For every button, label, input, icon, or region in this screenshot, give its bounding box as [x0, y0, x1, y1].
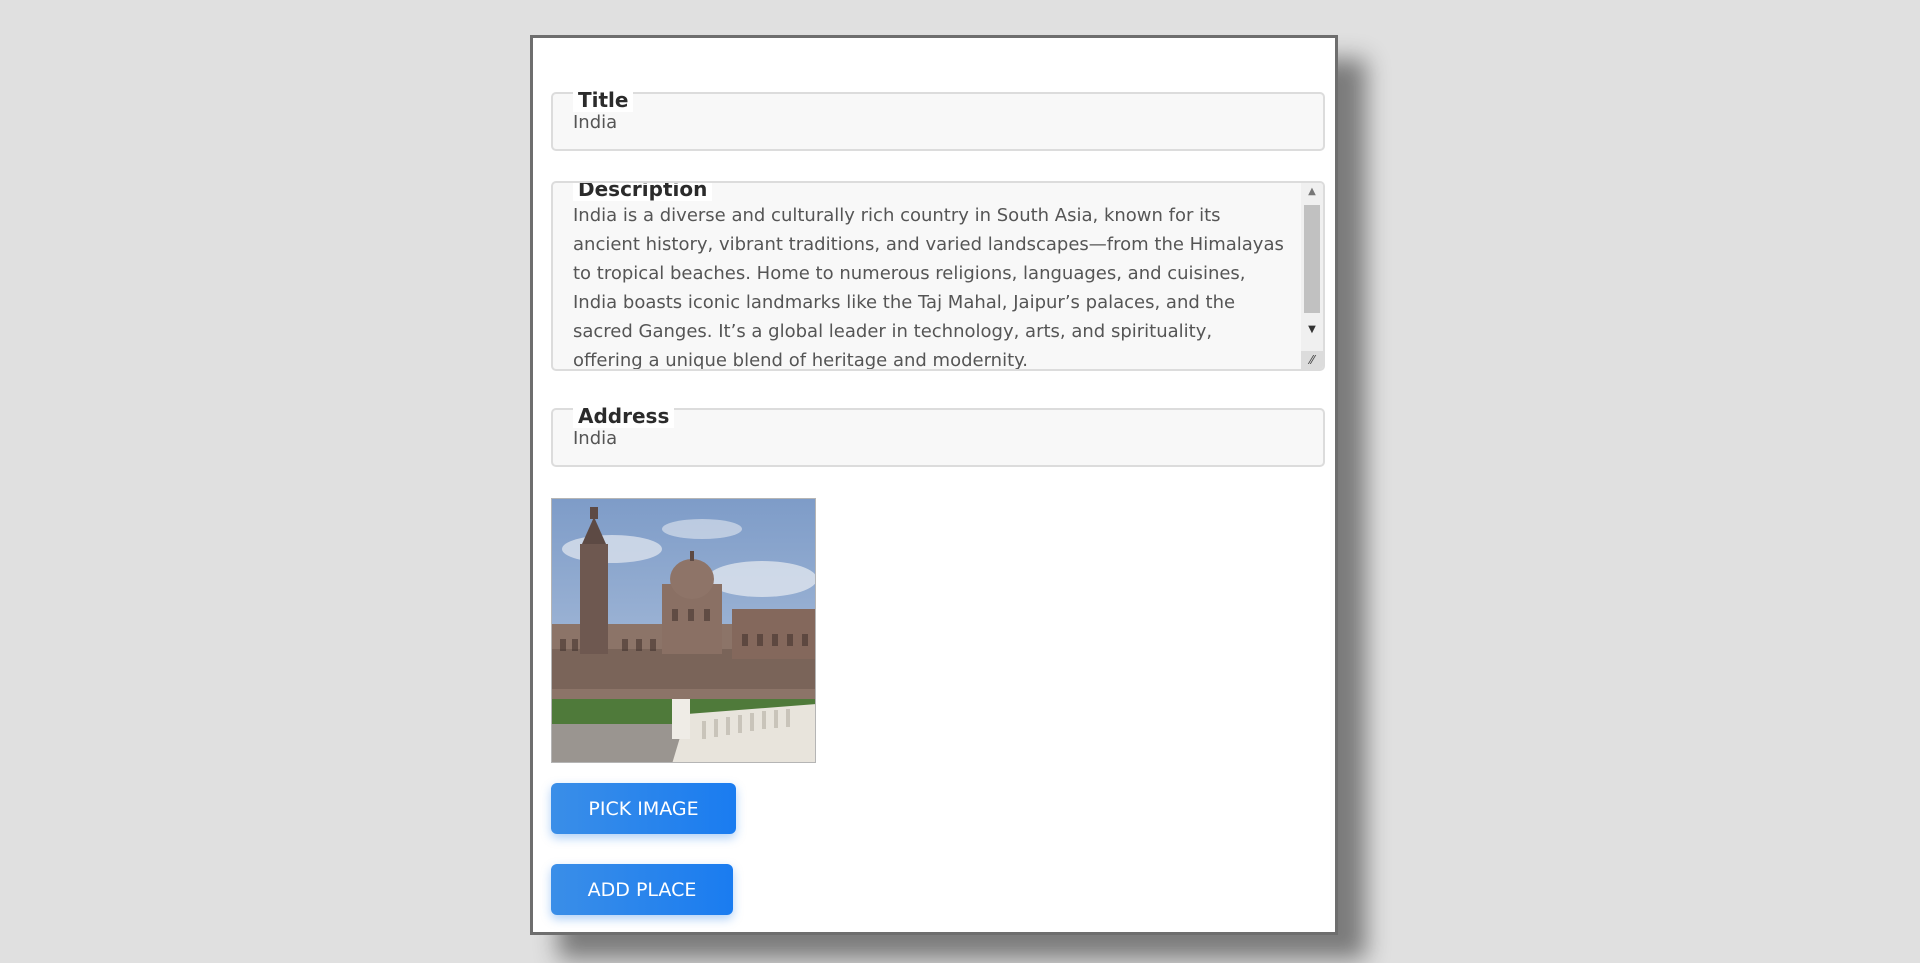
pick-image-button[interactable]: PICK IMAGE [551, 783, 736, 834]
title-input[interactable]: India [573, 112, 617, 133]
scroll-down-icon[interactable]: ▼ [1301, 321, 1323, 339]
add-place-form: Title India Description India is a diver… [530, 35, 1338, 935]
palace-photo [552, 499, 815, 762]
scrollbar-thumb[interactable] [1304, 205, 1320, 313]
title-label: Title [573, 88, 634, 112]
place-image-preview [551, 498, 816, 763]
scroll-up-icon[interactable]: ▲ [1301, 183, 1323, 201]
add-place-button[interactable]: ADD PLACE [551, 864, 733, 915]
address-input[interactable]: India [573, 428, 617, 449]
resize-grip-icon[interactable]: ⁄⁄ [1301, 351, 1323, 369]
address-label: Address [573, 404, 675, 428]
description-field[interactable]: Description India is a diverse and cultu… [551, 181, 1325, 371]
title-field[interactable]: Title India [551, 88, 1325, 151]
description-textarea[interactable]: India is a diverse and culturally rich c… [573, 201, 1287, 369]
address-field[interactable]: Address India [551, 404, 1325, 467]
description-label: Description [573, 183, 713, 201]
description-scrollbar[interactable]: ▲ ▼ [1301, 183, 1323, 369]
